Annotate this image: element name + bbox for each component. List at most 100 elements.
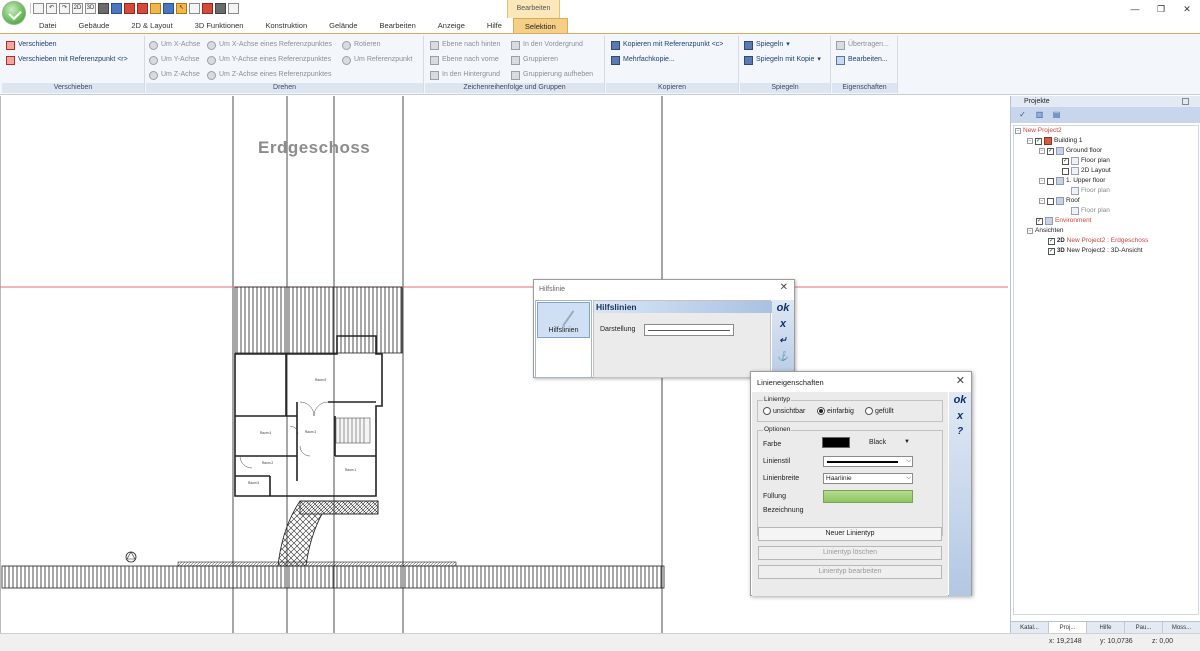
rotate-ref-point-button[interactable]: Um Referenzpunkt [342,54,412,66]
tab-2d-layout[interactable]: 2D & Layout [120,18,183,33]
cancel-button[interactable]: x [773,318,793,332]
linienbreite-select[interactable]: Haarlinie ⌵ [823,473,913,484]
properties-icon[interactable]: ▤ [1051,109,1062,120]
application-menu-button[interactable] [2,1,26,25]
new-icon[interactable] [33,3,44,14]
close-icon[interactable]: ✕ [956,374,965,387]
chevron-down-icon[interactable]: ▼ [904,439,910,445]
collapse-icon[interactable]: − [1027,138,1033,144]
paint-icon[interactable] [215,3,226,14]
tree-item-ground-floor[interactable]: − ✓ Ground floor [1039,146,1102,156]
ok-button[interactable]: ok [950,394,970,408]
rotate-y-button[interactable]: Um Y-Achse [149,54,200,66]
group-button[interactable]: Gruppieren [511,54,558,66]
checkbox[interactable]: ✓ [1035,137,1042,145]
tab-datei[interactable]: Datei [28,18,68,33]
collapse-icon[interactable]: − [1039,198,1045,204]
color-swatch[interactable] [822,437,850,448]
table-icon[interactable] [111,3,122,14]
collapse-icon[interactable]: − [1039,148,1045,154]
multi-copy-button[interactable]: Mehrfachkopie... [611,54,675,66]
tree-item-project[interactable]: − New Project2 [1015,126,1062,136]
minimize-button[interactable]: — [1122,0,1148,18]
2d-icon[interactable]: 2D [72,3,83,14]
collapse-icon[interactable]: − [1039,178,1045,184]
checkbox[interactable] [1047,177,1054,185]
tab-pause[interactable]: Pau... [1125,622,1163,633]
tree-item-floor-plan[interactable]: Floor plan [1071,186,1110,196]
tab-projekte[interactable]: Proj... [1049,622,1087,633]
tree-item-environment[interactable]: ✓ Environment [1036,216,1092,226]
rotate-z-ref-button[interactable]: Um Z-Achse eines Referenzpunktes [207,69,331,81]
new-linetype-button[interactable]: Neuer Linientyp [758,527,942,541]
print-icon[interactable] [189,3,200,14]
rotate-x-ref-button[interactable]: Um X-Achse eines Referenzpunktes [207,39,332,51]
undo-icon[interactable]: ↶ [46,3,57,14]
tree-item-floor-plan[interactable]: Floor plan [1071,206,1110,216]
delete-linetype-button[interactable]: Linientyp löschen [758,546,942,560]
tab-gelaende[interactable]: Gelände [318,18,368,33]
pin-icon[interactable] [1182,98,1189,105]
move-reference-button[interactable]: Verschieben mit Referenzpunkt <r> [6,54,128,66]
tab-gebaeude[interactable]: Gebäude [68,18,121,33]
ungroup-button[interactable]: Gruppierung aufheben [511,69,593,81]
to-background-button[interactable]: In den Hintergrund [430,69,500,81]
tab-hilfe[interactable]: Hilfe [476,18,513,33]
help-button[interactable]: ? [950,426,970,440]
wall-icon[interactable] [98,3,109,14]
layer-back-button[interactable]: Ebene nach hinten [430,39,500,51]
rotate-y-ref-button[interactable]: Um Y-Achse eines Referenzpunktes [207,54,331,66]
enter-icon[interactable]: ↵ [773,335,793,349]
tab-bearbeiten[interactable]: Bearbeiten [369,18,427,33]
tree-item-2d-layout[interactable]: 2D Layout [1062,166,1111,176]
tree-item-view-3d[interactable]: ✓ 3D New Project2 : 3D-Ansicht [1048,246,1143,256]
copy-reference-button[interactable]: Kopieren mit Referenzpunkt <c> [611,39,723,51]
layer-forward-button[interactable]: Ebene nach vorne [430,54,499,66]
radio-gefuellt[interactable]: gefüllt [865,407,894,415]
checkbox[interactable]: ✓ [1048,237,1055,245]
close-button[interactable]: ✕ [1174,0,1200,18]
color-icon[interactable] [124,3,135,14]
checkbox[interactable]: ✓ [1047,147,1054,155]
collapse-icon[interactable]: − [1015,128,1021,134]
close-icon[interactable]: ✕ [780,282,788,293]
tree-item-roof[interactable]: − Roof [1039,196,1080,206]
tree-item-floor-plan[interactable]: ✓ Floor plan [1062,156,1110,166]
transfer-button[interactable]: Übertragen... [836,39,889,51]
sidebar-item-hilfslinien[interactable]: Hilfslinien [537,302,590,338]
tree-item-upper-floor[interactable]: − 1. Upper floor [1039,176,1105,186]
help-icon[interactable] [202,3,213,14]
mirror-button[interactable]: Spiegeln ▾ [744,39,790,51]
checkbox[interactable] [1047,197,1054,205]
darstellung-field[interactable] [644,324,734,336]
anchor-icon[interactable]: ⚓ [773,351,793,365]
tree-item-building[interactable]: − ✓ Building 1 [1027,136,1083,146]
tab-hilfe-panel[interactable]: Hilfe [1087,622,1125,633]
select-icon[interactable] [150,3,161,14]
check-icon[interactable]: ✓ [1017,109,1028,120]
rotate-z-button[interactable]: Um Z-Achse [149,69,200,81]
checkbox[interactable] [1062,167,1069,175]
ok-button[interactable]: ok [773,302,793,316]
tree-item-view-2d[interactable]: ✓ 2D New Project2 : Erdgeschoss [1048,236,1148,246]
redo-icon[interactable]: ↷ [59,3,70,14]
checkbox[interactable]: ✓ [1048,247,1055,255]
linienstil-select[interactable]: ⌵ [823,456,913,467]
mirror-copy-button[interactable]: Spiegeln mit Kopie ▾ [744,54,821,66]
tab-selektion[interactable]: Selektion [512,18,568,33]
cancel-button[interactable]: x [950,410,970,424]
tree-item-views[interactable]: − Ansichten [1027,226,1064,236]
measure-icon[interactable] [163,3,174,14]
edit-properties-button[interactable]: Bearbeiten... [836,54,888,66]
checkbox[interactable]: ✓ [1036,217,1043,225]
tab-katalog[interactable]: Katal... [1011,622,1049,633]
restore-button[interactable]: ❐ [1148,0,1174,18]
to-foreground-button[interactable]: In den Vordergrund [511,39,583,51]
collapse-icon[interactable]: − [1027,228,1033,234]
rotate-x-button[interactable]: Um X-Achse [149,39,200,51]
tab-anzeige[interactable]: Anzeige [427,18,476,33]
tab-3d-funktionen[interactable]: 3D Funktionen [184,18,255,33]
tab-konstruktion[interactable]: Konstruktion [254,18,318,33]
copy-icon[interactable] [228,3,239,14]
rotate-button[interactable]: Rotieren [342,39,380,51]
